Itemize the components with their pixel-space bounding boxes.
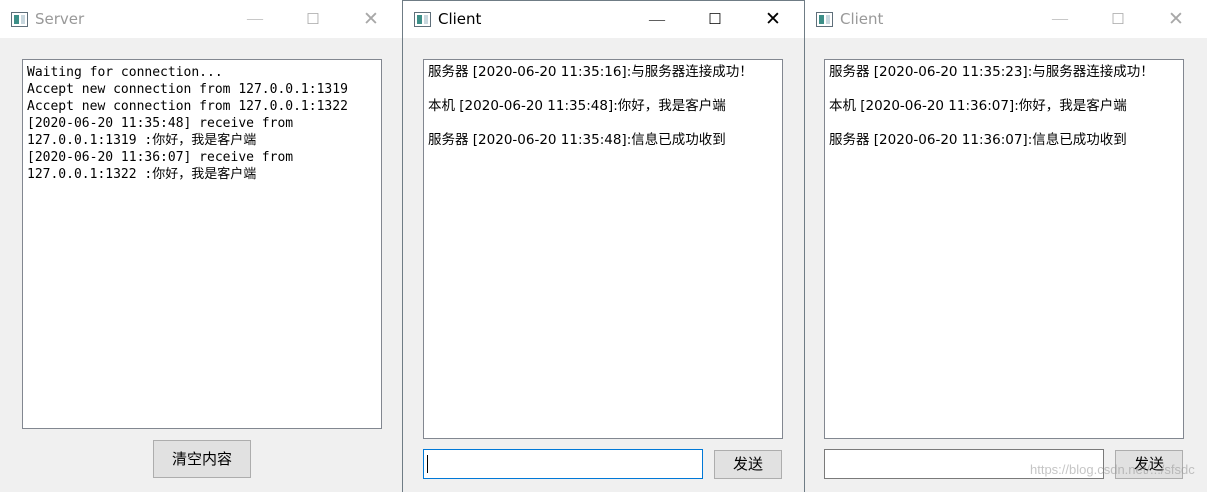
chat-message: 服务器 [2020-06-20 11:35:16]:与服务器连接成功！ <box>428 64 753 80</box>
minimize-icon[interactable]: — <box>226 0 284 38</box>
server-window-title: Server <box>35 10 85 28</box>
client2-window-title: Client <box>840 10 884 28</box>
client1-message-area[interactable]: 服务器 [2020-06-20 11:35:16]:与服务器连接成功！ 本机 [… <box>423 59 783 439</box>
server-window: Server — ☐ ✕ Waiting for connection... A… <box>0 0 402 492</box>
log-line: Waiting for connection... <box>27 65 223 80</box>
app-window-icon <box>414 12 431 27</box>
text-caret <box>427 455 428 473</box>
maximize-icon[interactable]: ☐ <box>284 0 342 38</box>
chat-message: 服务器 [2020-06-20 11:35:48]:信息已成功收到 <box>428 132 726 148</box>
client2-window: Client — ☐ ✕ 服务器 [2020-06-20 11:35:23]:与… <box>805 0 1207 492</box>
minimize-icon[interactable]: — <box>1031 0 1089 38</box>
client2-title-bar[interactable]: Client — ☐ ✕ <box>805 0 1207 38</box>
log-line: 127.0.0.1:1322 :你好，我是客户端 <box>27 167 257 182</box>
client1-window: Client — ☐ ✕ 服务器 [2020-06-20 11:35:16]:与… <box>403 1 804 492</box>
log-line: [2020-06-20 11:36:07] receive from <box>27 150 294 165</box>
client1-title-bar[interactable]: Client — ☐ ✕ <box>403 1 804 38</box>
client1-window-title: Client <box>438 10 482 28</box>
client2-message-input[interactable] <box>824 449 1104 479</box>
log-line: 127.0.0.1:1319 :你好，我是客户端 <box>27 133 257 148</box>
server-title-bar[interactable]: Server — ☐ ✕ <box>0 0 402 38</box>
chat-message: 本机 [2020-06-20 11:35:48]:你好，我是客户端 <box>428 98 726 114</box>
maximize-icon[interactable]: ☐ <box>686 1 744 38</box>
minimize-icon[interactable]: — <box>628 1 686 38</box>
log-line: [2020-06-20 11:35:48] receive from <box>27 116 294 131</box>
close-icon[interactable]: ✕ <box>744 1 802 38</box>
chat-message: 服务器 [2020-06-20 11:35:23]:与服务器连接成功！ <box>829 64 1154 80</box>
client2-message-area[interactable]: 服务器 [2020-06-20 11:35:23]:与服务器连接成功！ 本机 [… <box>824 59 1184 439</box>
maximize-icon[interactable]: ☐ <box>1089 0 1147 38</box>
client2-send-button[interactable]: 发送 <box>1115 450 1183 479</box>
client1-message-input[interactable] <box>423 449 703 479</box>
log-line: Accept new connection from 127.0.0.1:132… <box>27 99 348 114</box>
close-icon[interactable]: ✕ <box>1147 0 1205 38</box>
client1-send-button[interactable]: 发送 <box>714 450 782 479</box>
clear-content-button[interactable]: 清空内容 <box>153 440 251 478</box>
log-line: Accept new connection from 127.0.0.1:131… <box>27 82 348 97</box>
app-window-icon <box>816 12 833 27</box>
close-icon[interactable]: ✕ <box>342 0 400 38</box>
app-window-icon <box>11 12 28 27</box>
chat-message: 服务器 [2020-06-20 11:36:07]:信息已成功收到 <box>829 132 1127 148</box>
server-log-area[interactable]: Waiting for connection... Accept new con… <box>22 59 382 429</box>
chat-message: 本机 [2020-06-20 11:36:07]:你好，我是客户端 <box>829 98 1127 114</box>
